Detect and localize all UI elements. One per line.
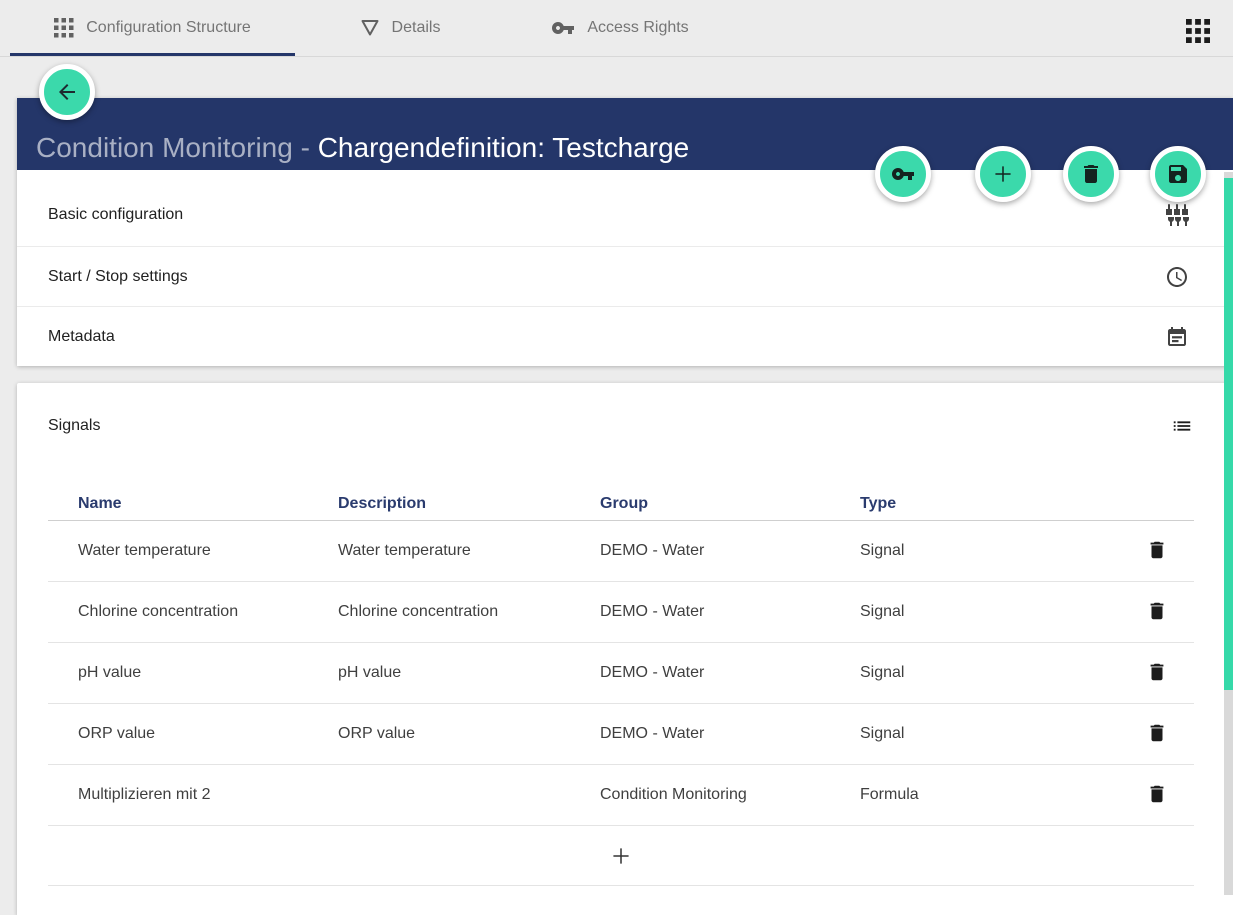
page-title: Condition Monitoring - Chargendefinition…: [36, 132, 689, 164]
signals-table: Name Description Group Type Water temper…: [48, 488, 1194, 886]
cell-name: Chlorine concentration: [48, 603, 338, 621]
active-tab-indicator: [10, 53, 295, 56]
cell-name: Water temperature: [48, 542, 338, 560]
configuration-card: Condition Monitoring - Chargendefinition…: [17, 98, 1233, 366]
trash-icon: [1146, 722, 1168, 744]
cell-type: Formula: [860, 786, 1094, 804]
column-header-name: Name: [48, 495, 338, 513]
table-row: Chlorine concentrationChlorine concentra…: [48, 582, 1194, 643]
add-signal-button[interactable]: [48, 826, 1194, 886]
signals-card: Signals Name Description Group Type Wate…: [17, 383, 1233, 915]
section-label: Start / Stop settings: [48, 268, 1165, 286]
scrollbar-thumb[interactable]: [1224, 178, 1233, 690]
grid-icon: [54, 18, 74, 38]
trash-icon: [1079, 162, 1103, 186]
table-row: Water temperatureWater temperatureDEMO -…: [48, 521, 1194, 582]
cell-group: DEMO - Water: [600, 603, 860, 621]
section-label: Metadata: [48, 328, 1165, 346]
cell-description: pH value: [338, 664, 600, 682]
cell-name: ORP value: [48, 725, 338, 743]
cell-name: Multiplizieren mit 2: [48, 786, 338, 804]
table-row: pH valuepH valueDEMO - WaterSignal: [48, 643, 1194, 704]
add-action-button[interactable]: [975, 146, 1031, 202]
delete-signal-button[interactable]: [1145, 539, 1169, 563]
plus-icon: [608, 843, 634, 869]
cell-description: Chlorine concentration: [338, 603, 600, 621]
section-start-stop-settings[interactable]: Start / Stop settings: [17, 246, 1233, 306]
clock-icon: [1165, 265, 1189, 289]
tab-label: Details: [392, 19, 441, 37]
key-icon: [551, 16, 575, 40]
cell-type: Signal: [860, 603, 1094, 621]
section-label: Basic configuration: [48, 206, 1165, 224]
access-rights-action-button[interactable]: [875, 146, 931, 202]
cell-group: DEMO - Water: [600, 725, 860, 743]
cell-group: Condition Monitoring: [600, 786, 860, 804]
sliders-icon: [1165, 203, 1189, 227]
back-button[interactable]: [39, 64, 95, 120]
tab-label: Configuration Structure: [86, 19, 251, 37]
calendar-note-icon: [1165, 325, 1189, 349]
tab-label: Access Rights: [587, 19, 688, 37]
cell-name: pH value: [48, 664, 338, 682]
cell-type: Signal: [860, 542, 1094, 560]
tab-configuration-structure[interactable]: Configuration Structure: [10, 0, 295, 56]
page-title-prefix: Condition Monitoring -: [36, 132, 318, 163]
section-metadata[interactable]: Metadata: [17, 306, 1233, 366]
cell-description: Water temperature: [338, 542, 600, 560]
delete-signal-button[interactable]: [1145, 600, 1169, 624]
cell-type: Signal: [860, 664, 1094, 682]
delete-signal-button[interactable]: [1145, 722, 1169, 746]
page-title-bar: Condition Monitoring - Chargendefinition…: [17, 98, 1233, 170]
trash-icon: [1146, 539, 1168, 561]
arrow-left-icon: [55, 80, 79, 104]
table-row: Multiplizieren mit 2 Condition Monitoring…: [48, 765, 1194, 826]
tab-access-rights[interactable]: Access Rights: [505, 0, 735, 56]
table-body: Water temperatureWater temperatureDEMO -…: [48, 521, 1194, 826]
page-title-highlight: Chargendefinition: Testcharge: [318, 132, 690, 163]
section-basic-configuration[interactable]: Basic configuration: [17, 170, 1233, 246]
delete-action-button[interactable]: [1063, 146, 1119, 202]
filter-icon: [360, 18, 380, 38]
cell-group: DEMO - Water: [600, 664, 860, 682]
delete-signal-button[interactable]: [1145, 661, 1169, 685]
top-tab-bar: Configuration Structure Details Access R…: [0, 0, 1233, 57]
apps-grid-icon[interactable]: [1186, 19, 1210, 43]
tab-details[interactable]: Details: [305, 0, 495, 56]
column-header-group: Group: [600, 495, 860, 513]
trash-icon: [1146, 661, 1168, 683]
save-icon: [1166, 162, 1190, 186]
cell-group: DEMO - Water: [600, 542, 860, 560]
cell-description: ORP value: [338, 725, 600, 743]
table-header-row: Name Description Group Type: [48, 488, 1194, 521]
trash-icon: [1146, 600, 1168, 622]
signals-title: Signals: [48, 417, 100, 435]
plus-icon: [990, 161, 1016, 187]
trash-icon: [1146, 783, 1168, 805]
column-header-type: Type: [860, 495, 1094, 513]
list-icon[interactable]: [1171, 415, 1193, 437]
key-icon: [891, 162, 915, 186]
table-row: ORP valueORP valueDEMO - WaterSignal: [48, 704, 1194, 765]
column-header-description: Description: [338, 495, 600, 513]
cell-type: Signal: [860, 725, 1094, 743]
delete-signal-button[interactable]: [1145, 783, 1169, 807]
save-action-button[interactable]: [1150, 146, 1206, 202]
